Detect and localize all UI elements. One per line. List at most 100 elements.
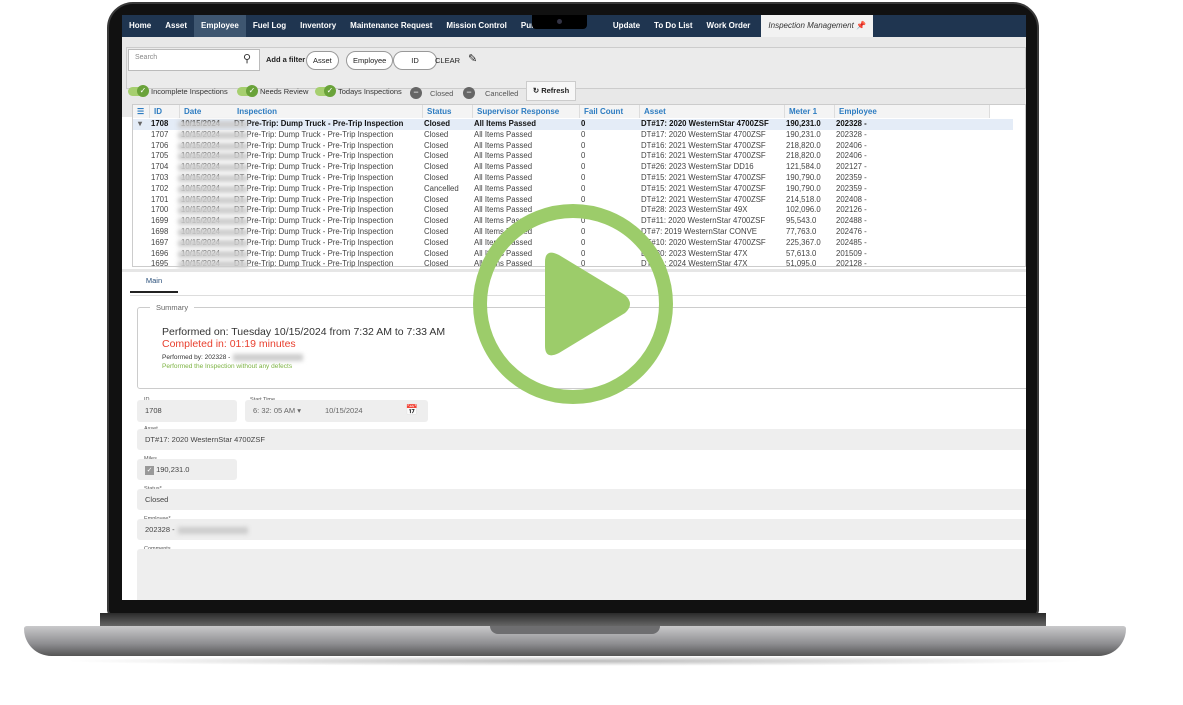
expand-icon[interactable]: ▾ bbox=[138, 119, 142, 130]
column-header-fail-count[interactable]: Fail Count bbox=[580, 105, 640, 118]
cell-id: 1707 bbox=[151, 129, 169, 139]
nav-item-employee[interactable]: Employee bbox=[194, 15, 246, 37]
cell-id: 1703 bbox=[151, 173, 169, 182]
column-header-meter-1[interactable]: Meter 1 bbox=[785, 105, 835, 118]
filter-chip-employee[interactable]: Employee bbox=[346, 51, 394, 70]
toggle-cancelled[interactable]: − Cancelled bbox=[463, 87, 518, 99]
table-row[interactable]: 170410/15/2024DT Pre-Trip: Dump Truck - … bbox=[133, 162, 1013, 173]
column-chooser-icon[interactable]: ☰ bbox=[133, 105, 150, 118]
cell-supervisor-response: All Items Passed bbox=[474, 173, 533, 182]
nav-item-fuel-log[interactable]: Fuel Log bbox=[246, 15, 293, 37]
toggle-todays[interactable]: ✓ Todays Inspections bbox=[315, 85, 402, 97]
calendar-icon[interactable]: 📅 bbox=[406, 400, 418, 422]
cell-asset: DT#15: 2021 WesternStar 4700ZSF bbox=[641, 183, 766, 193]
cell-status: Closed bbox=[424, 227, 449, 236]
nav-item-update[interactable]: Update bbox=[606, 15, 647, 37]
cell-status: Closed bbox=[424, 237, 449, 247]
refresh-button[interactable]: ↻ Refresh bbox=[526, 81, 576, 101]
column-header-status[interactable]: Status bbox=[423, 105, 473, 118]
cell-inspection: DT Pre-Trip: Dump Truck - Pre-Trip Inspe… bbox=[234, 129, 394, 139]
id-field[interactable]: 1708 bbox=[137, 400, 237, 422]
employee-field[interactable]: 202328 - bbox=[137, 519, 1026, 540]
status-field[interactable]: Closed bbox=[137, 489, 1026, 510]
column-header-supervisor-response[interactable]: Supervisor Response bbox=[473, 105, 580, 118]
cell-asset: DT#16: 2021 WesternStar 4700ZSF bbox=[641, 151, 766, 161]
start-time-field[interactable]: 6: 32: 05 AM ▾ 10/15/2024 📅 bbox=[245, 400, 428, 422]
play-button[interactable] bbox=[467, 200, 687, 420]
blurred-name bbox=[178, 121, 248, 128]
cell-meter-1: 102,096.0 bbox=[786, 205, 821, 215]
cell-status: Closed bbox=[424, 119, 450, 128]
column-header-asset[interactable]: Asset bbox=[640, 105, 785, 118]
cell-employee: 202126 - bbox=[836, 205, 867, 215]
filter-chip-id[interactable]: ID bbox=[393, 51, 437, 70]
nav-item-inventory[interactable]: Inventory bbox=[293, 15, 343, 37]
refresh-label: Refresh bbox=[541, 86, 570, 95]
cell-status: Closed bbox=[424, 248, 449, 258]
cell-fail-count: 0 bbox=[581, 151, 586, 161]
filter-chip-asset[interactable]: Asset bbox=[306, 51, 339, 70]
toggle-needs-review[interactable]: ✓ Needs Review bbox=[237, 85, 309, 97]
table-row[interactable]: 170310/15/2024DT Pre-Trip: Dump Truck - … bbox=[133, 173, 1013, 184]
cell-meter-1: 225,367.0 bbox=[786, 237, 821, 247]
cell-id: 1706 bbox=[151, 140, 169, 150]
toggle-closed[interactable]: − Closed bbox=[410, 87, 453, 99]
blurred-name bbox=[178, 164, 248, 172]
column-header-id[interactable]: ID bbox=[150, 105, 180, 118]
cell-employee: 202476 - bbox=[836, 227, 867, 236]
table-row[interactable]: ▾170810/15/2024DT Pre-Trip: Dump Truck -… bbox=[133, 119, 1013, 130]
table-row[interactable]: 170510/15/2024DT Pre-Trip: Dump Truck - … bbox=[133, 151, 1013, 162]
column-header-employee[interactable]: Employee bbox=[835, 105, 990, 118]
cell-inspection: DT Pre-Trip: Dump Truck - Pre-Trip Inspe… bbox=[234, 162, 394, 172]
cell-id: 1704 bbox=[151, 162, 169, 172]
app-screen: Home Asset Employee Fuel Log Inventory Mainte… bbox=[122, 15, 1026, 600]
table-row[interactable]: 170710/15/2024DT Pre-Trip: Dump Truck - … bbox=[133, 130, 1013, 141]
cell-id: 1699 bbox=[151, 216, 169, 226]
asset-field[interactable]: DT#17: 2020 WesternStar 4700ZSF bbox=[137, 429, 1026, 450]
filter-box bbox=[126, 47, 1026, 89]
column-header-date[interactable]: Date bbox=[180, 105, 234, 118]
nav-item-mission-control[interactable]: Mission Control bbox=[439, 15, 513, 37]
cell-inspection: DT Pre-Trip: Dump Truck - Pre-Trip Inspe… bbox=[234, 183, 394, 193]
search-input[interactable]: Search ⚲ bbox=[128, 49, 260, 71]
nav-item-asset[interactable]: Asset bbox=[158, 15, 194, 37]
cell-inspection: DT Pre-Trip: Dump Truck - Pre-Trip Inspe… bbox=[234, 216, 394, 226]
blurred-name bbox=[178, 153, 248, 161]
table-row[interactable]: 170610/15/2024DT Pre-Trip: Dump Truck - … bbox=[133, 141, 1013, 152]
table-row[interactable]: 170210/15/2024DT Pre-Trip: Dump Truck - … bbox=[133, 184, 1013, 195]
nav-item-work-order[interactable]: Work Order bbox=[700, 15, 758, 37]
toggle-label: Needs Review bbox=[260, 87, 309, 96]
nav-item-home[interactable]: Home bbox=[122, 15, 158, 37]
toggle-label: Cancelled bbox=[485, 88, 519, 98]
defects-note: Performed the Inspection without any def… bbox=[162, 363, 293, 370]
nav-item-to-do-list[interactable]: To Do List bbox=[647, 15, 700, 37]
search-icon: ⚲ bbox=[242, 53, 251, 65]
play-icon bbox=[545, 252, 630, 356]
blurred-name bbox=[178, 196, 248, 204]
cell-fail-count: 0 bbox=[581, 173, 586, 182]
tab-main[interactable]: Main bbox=[130, 273, 178, 293]
pin-icon[interactable]: 📌 bbox=[856, 21, 866, 30]
cell-inspection: DT Pre-Trip: Dump Truck - Pre-Trip Inspe… bbox=[234, 140, 394, 150]
blurred-name bbox=[178, 131, 248, 139]
cell-employee: 202328 - bbox=[836, 119, 867, 128]
toggle-incomplete[interactable]: ✓ Incomplete Inspections bbox=[128, 85, 228, 97]
miles-field[interactable]: ✓ 190,231.0 bbox=[137, 459, 237, 480]
performed-by: Performed by: 202328 - bbox=[162, 354, 304, 361]
miles-checkbox[interactable]: ✓ bbox=[145, 465, 154, 475]
employee-value: 202328 - bbox=[145, 525, 175, 534]
pencil-icon[interactable]: ✎ bbox=[468, 52, 477, 65]
clear-button[interactable]: CLEAR bbox=[435, 56, 460, 65]
cell-meter-1: 218,820.0 bbox=[786, 151, 821, 161]
laptop-hinge bbox=[100, 613, 1046, 627]
cell-status: Closed bbox=[424, 151, 449, 161]
blurred-name bbox=[178, 175, 248, 182]
cell-fail-count: 0 bbox=[581, 162, 586, 172]
cell-asset: DT#17: 2020 WesternStar 4700ZSF bbox=[641, 119, 769, 128]
comments-field[interactable] bbox=[137, 549, 1026, 600]
cell-employee: 202328 - bbox=[836, 129, 867, 139]
nav-item-maintenance-request[interactable]: Maintenance Request bbox=[343, 15, 439, 37]
blurred-name bbox=[178, 250, 248, 258]
nav-tab-inspection-management[interactable]: Inspection Management 📌 bbox=[761, 15, 874, 37]
column-header-inspection[interactable]: Inspection bbox=[233, 105, 423, 118]
